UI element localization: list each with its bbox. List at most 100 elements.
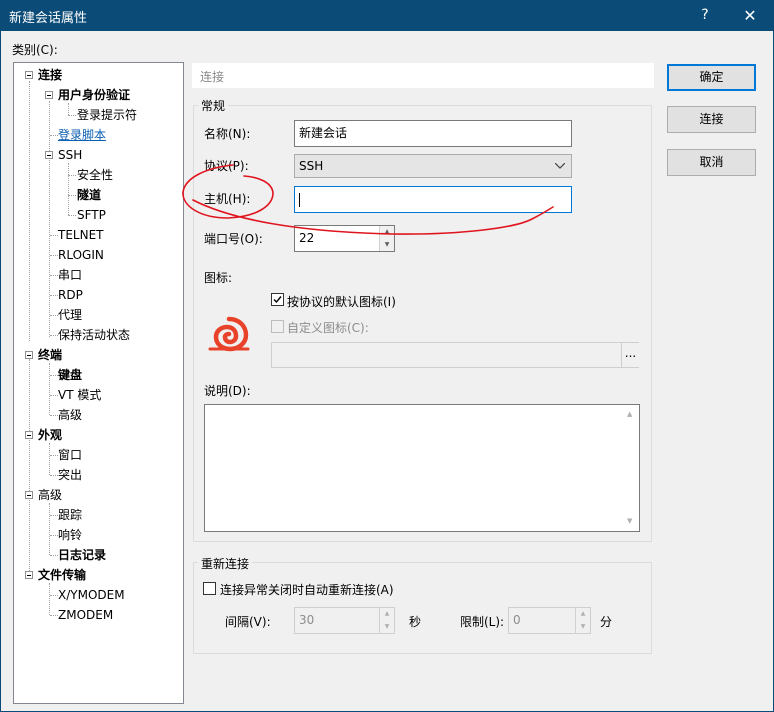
tree-item-rlogin[interactable]: RLOGIN <box>58 247 104 263</box>
interval-label: 间隔(V): <box>225 615 271 629</box>
category-label: 类别(C): <box>12 43 58 57</box>
tree-item-keyboard[interactable]: 键盘 <box>58 367 82 383</box>
spin-up-icon[interactable]: ▲ <box>575 608 590 620</box>
protocol-select[interactable]: SSH <box>294 154 572 178</box>
description-scrollbar[interactable]: ▲ ▼ <box>622 405 639 531</box>
tree-connector <box>50 475 58 476</box>
auto-reconnect-checkbox[interactable] <box>203 582 216 595</box>
spin-down-icon[interactable]: ▼ <box>379 238 394 251</box>
limit-value: 0 <box>513 613 521 627</box>
tree-item-window[interactable]: 窗口 <box>58 447 82 463</box>
tree-item-security[interactable]: 安全性 <box>77 167 113 183</box>
tree-connector <box>49 503 50 555</box>
breadcrumb-text: 连接 <box>200 70 225 84</box>
collapse-icon[interactable] <box>25 71 33 79</box>
tree-item-appearance[interactable]: 外观 <box>38 427 62 443</box>
tree-item-user-auth[interactable]: 用户身份验证 <box>58 87 130 103</box>
tree-connector <box>50 555 58 556</box>
browse-button[interactable]: ... <box>621 343 639 367</box>
tree-item-terminal[interactable]: 终端 <box>38 347 62 363</box>
tree-connector <box>68 215 76 216</box>
help-button[interactable]: ? <box>690 0 720 31</box>
tree-item-telnet[interactable]: TELNET <box>58 227 104 243</box>
tree-connector <box>50 335 58 336</box>
default-icon-label: 按协议的默认图标(I) <box>287 295 396 309</box>
tree-connector <box>49 101 50 337</box>
tree-item-xymodem[interactable]: X/YMODEM <box>58 587 125 603</box>
custom-icon-checkbox[interactable] <box>271 320 284 333</box>
scroll-down-icon[interactable]: ▼ <box>627 517 632 525</box>
tree-item-bell[interactable]: 响铃 <box>58 527 82 543</box>
host-input[interactable] <box>294 186 572 213</box>
collapse-icon[interactable] <box>25 571 33 579</box>
tree-item-terminal-advanced[interactable]: 高级 <box>58 407 82 423</box>
tree-item-file-transfer[interactable]: 文件传输 <box>38 567 86 583</box>
tree-item-vt-mode[interactable]: VT 模式 <box>58 387 101 403</box>
title-bar <box>0 0 774 31</box>
port-input[interactable]: 22 ▲ ▼ <box>294 225 395 252</box>
spin-up-icon[interactable]: ▲ <box>379 608 394 620</box>
tree-connector <box>50 375 58 376</box>
auto-reconnect-label: 连接异常关闭时自动重新连接(A) <box>220 583 394 597</box>
limit-label: 限制(L): <box>460 615 505 629</box>
tree-item-trace[interactable]: 跟踪 <box>58 507 82 523</box>
tree-item-rdp[interactable]: RDP <box>58 287 83 303</box>
tree-connector <box>50 415 58 416</box>
tree-item-serial[interactable]: 串口 <box>58 267 82 283</box>
cancel-button[interactable]: 取消 <box>667 149 756 176</box>
reconnect-group-title: 重新连接 <box>198 555 253 572</box>
connect-button[interactable]: 连接 <box>667 106 756 133</box>
spin-down-icon[interactable]: ▼ <box>379 620 394 633</box>
tree-item-login-script[interactable]: 登录脚本 <box>58 127 106 143</box>
tree-connector <box>50 595 58 596</box>
limit-input[interactable]: 0 ▲ ▼ <box>508 607 591 634</box>
tree-connector <box>50 395 58 396</box>
tree-connector <box>50 255 58 256</box>
tree-item-ssh[interactable]: SSH <box>58 147 82 163</box>
collapse-icon[interactable] <box>25 351 33 359</box>
custom-icon-path-input[interactable] <box>271 342 639 368</box>
tree-item-advanced[interactable]: 高级 <box>38 487 62 503</box>
tree-item-connection[interactable]: 连接 <box>38 67 62 83</box>
name-label: 名称(N): <box>204 127 251 141</box>
close-button[interactable]: ✕ <box>735 0 765 31</box>
default-icon-checkbox[interactable] <box>271 293 284 306</box>
collapse-icon[interactable] <box>45 91 53 99</box>
description-textarea[interactable] <box>204 404 640 532</box>
tree-connector <box>50 275 58 276</box>
tree-item-keepalive[interactable]: 保持活动状态 <box>58 327 130 343</box>
chevron-down-icon <box>555 163 565 169</box>
tree-item-logging[interactable]: 日志记录 <box>58 547 106 563</box>
collapse-icon[interactable] <box>45 151 53 159</box>
scroll-up-icon[interactable]: ▲ <box>627 410 632 418</box>
window-border-left <box>0 31 1 712</box>
tree-connector <box>50 515 58 516</box>
ok-button[interactable]: 确定 <box>667 64 756 91</box>
tree-connector <box>68 195 76 196</box>
host-label: 主机(H): <box>204 192 251 206</box>
category-tree[interactable]: 连接 用户身份验证 登录提示符 登录脚本 SSH 安全性 隧道 SFTP TEL… <box>13 62 184 704</box>
spin-up-icon[interactable]: ▲ <box>379 226 394 238</box>
breadcrumb <box>192 63 654 88</box>
tree-connector <box>50 535 58 536</box>
name-input[interactable]: 新建会话 <box>294 120 572 147</box>
spin-down-icon[interactable]: ▼ <box>575 620 590 633</box>
tree-item-tunnel[interactable]: 隧道 <box>77 187 101 203</box>
general-group-title: 常规 <box>198 97 229 114</box>
tree-item-zmodem[interactable]: ZMODEM <box>58 607 113 623</box>
tree-connector <box>50 135 58 136</box>
tree-item-highlight[interactable]: 突出 <box>58 467 82 483</box>
protocol-value: SSH <box>299 159 324 173</box>
tree-connector <box>50 455 58 456</box>
tree-item-sftp[interactable]: SFTP <box>77 207 106 223</box>
tree-connector <box>68 163 69 215</box>
collapse-icon[interactable] <box>25 431 33 439</box>
tree-item-login-prompt[interactable]: 登录提示符 <box>77 107 137 123</box>
tree-item-proxy[interactable]: 代理 <box>58 307 82 323</box>
tree-connector <box>50 615 58 616</box>
collapse-icon[interactable] <box>25 491 33 499</box>
icon-label: 图标: <box>204 271 233 285</box>
interval-input[interactable]: 30 ▲ ▼ <box>294 607 395 634</box>
tree-connector <box>50 315 58 316</box>
custom-icon-label: 自定义图标(C): <box>287 321 369 335</box>
